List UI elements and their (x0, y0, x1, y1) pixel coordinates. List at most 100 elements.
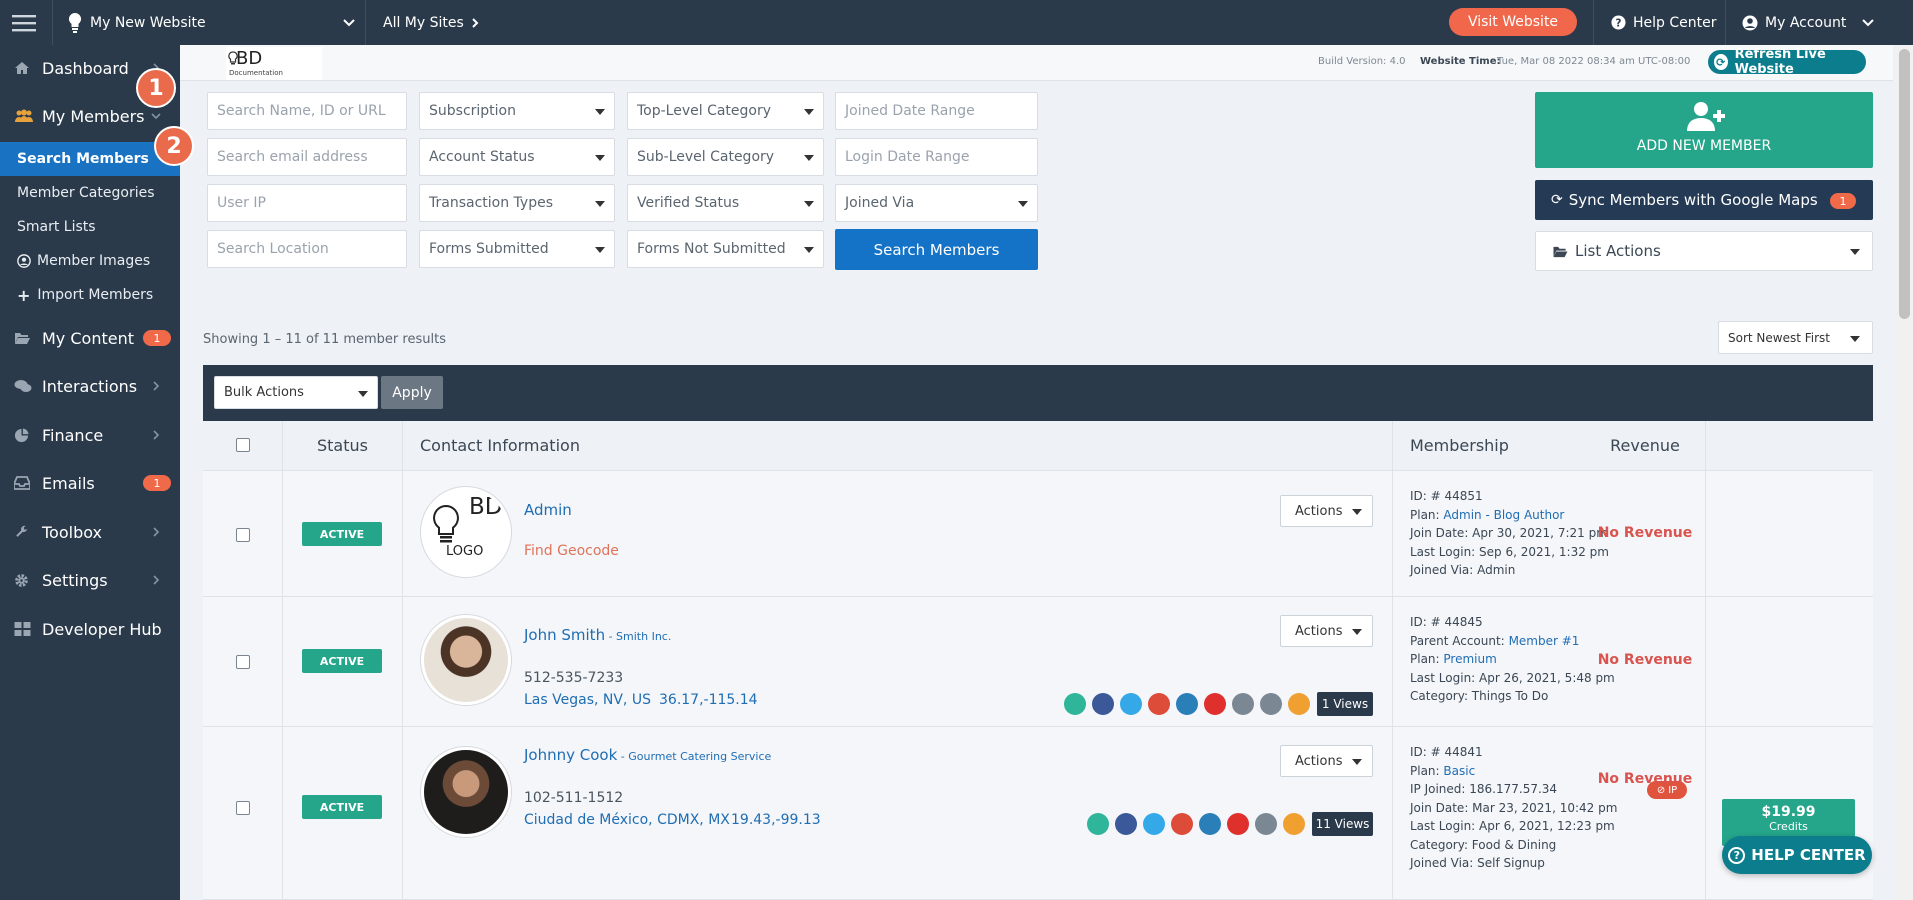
youtube-icon[interactable] (1204, 693, 1226, 715)
search-members-button[interactable]: Search Members (835, 229, 1038, 270)
caret-down-icon (595, 247, 605, 253)
linkedin-icon[interactable] (1199, 813, 1221, 835)
sidebar-item-settings[interactable]: Settings (0, 558, 180, 602)
row-checkbox[interactable] (236, 655, 250, 669)
sidebar-item-developer-hub[interactable]: Developer Hub (0, 607, 180, 651)
row-checkbox[interactable] (236, 801, 250, 815)
logo-caption: LOGO (446, 544, 484, 559)
sidebar-item-emails[interactable]: Emails 1 (0, 461, 180, 505)
pinterest-icon[interactable] (1255, 813, 1277, 835)
joined-via-select[interactable]: Joined Via (835, 184, 1038, 222)
sidebar: Dashboard My Members Search Members Memb… (0, 45, 180, 900)
google-plus-icon[interactable] (1148, 693, 1170, 715)
refresh-live-website-button[interactable]: ⟳ Refresh Live Website (1708, 47, 1866, 77)
verified-status-select[interactable]: Verified Status (627, 184, 824, 222)
caret-down-icon (1352, 759, 1362, 765)
all-sites-link[interactable]: All My Sites (383, 0, 479, 45)
sync-google-maps-button[interactable]: ⟳ Sync Members with Google Maps 1 (1535, 180, 1873, 220)
apply-button[interactable]: Apply (381, 376, 443, 409)
member-name-link[interactable]: Admin (524, 501, 572, 519)
help-center-floating-button[interactable]: ? HELP CENTER (1722, 836, 1872, 874)
my-account-menu[interactable]: My Account (1742, 0, 1875, 45)
search-location-input[interactable]: Search Location (207, 230, 407, 268)
login-date-range-input[interactable]: Login Date Range (835, 138, 1038, 176)
chevron-right-icon (153, 430, 160, 440)
search-email-input[interactable]: Search email address (207, 138, 407, 176)
sidebar-item-toolbox[interactable]: Toolbox (0, 510, 180, 554)
forms-not-submitted-select[interactable]: Forms Not Submitted (627, 230, 824, 268)
transaction-types-select[interactable]: Transaction Types (419, 184, 615, 222)
select-all-checkbox[interactable] (236, 438, 250, 452)
refresh-icon: ⟳ (1551, 192, 1563, 208)
actions-dropdown[interactable]: Actions (1280, 615, 1373, 647)
add-new-member-button[interactable]: ADD NEW MEMBER (1535, 92, 1873, 168)
instagram-icon[interactable] (1232, 693, 1254, 715)
sub-level-category-select[interactable]: Sub-Level Category (627, 138, 824, 176)
location-link[interactable]: Las Vegas, NV, US (524, 692, 651, 708)
sidebar-item-import-members[interactable]: + Import Members (0, 278, 180, 312)
help-center-link[interactable]: ? Help Center (1611, 0, 1717, 45)
subscription-select[interactable]: Subscription (419, 92, 615, 130)
social-links (1087, 813, 1305, 835)
sidebar-item-member-categories[interactable]: Member Categories (0, 176, 180, 210)
location-link[interactable]: Ciudad de México, CDMX, MX (524, 812, 730, 828)
grid-icon (14, 622, 31, 636)
select-value: Verified Status (637, 195, 740, 211)
list-actions-dropdown[interactable]: List Actions (1535, 231, 1873, 271)
plan-link[interactable]: Admin - Blog Author (1443, 508, 1564, 522)
youtube-icon[interactable] (1227, 813, 1249, 835)
actions-dropdown[interactable]: Actions (1280, 495, 1373, 527)
plan-label: Plan: (1410, 507, 1440, 522)
bulk-actions-select[interactable]: Bulk Actions (214, 376, 378, 409)
sidebar-item-finance[interactable]: Finance (0, 413, 180, 457)
refresh-label: Refresh Live Website (1734, 47, 1826, 77)
plan-link[interactable]: Premium (1443, 652, 1496, 666)
sidebar-item-search-members[interactable]: Search Members (0, 142, 180, 176)
row-checkbox[interactable] (236, 528, 250, 542)
sidebar-item-interactions[interactable]: Interactions (0, 364, 180, 408)
search-name-input[interactable]: Search Name, ID or URL (207, 92, 407, 130)
facebook-icon[interactable] (1115, 813, 1137, 835)
sort-select[interactable]: Sort Newest First (1718, 321, 1873, 354)
member-name-link[interactable]: John Smith - Smith Inc. (524, 626, 671, 644)
chevron-right-icon (472, 17, 479, 28)
scrollbar[interactable] (1896, 45, 1913, 900)
pinterest-icon[interactable] (1260, 693, 1282, 715)
bulk-actions-bar: Bulk Actions Apply (203, 365, 1873, 421)
google-plus-icon[interactable] (1171, 813, 1193, 835)
caret-down-icon (1352, 629, 1362, 635)
account-status-select[interactable]: Account Status (419, 138, 615, 176)
top-level-category-select[interactable]: Top-Level Category (627, 92, 824, 130)
member-name-link[interactable]: Johnny Cook - Gourmet Catering Service (524, 746, 771, 764)
user-ip-input[interactable]: User IP (207, 184, 407, 222)
rss-icon[interactable] (1283, 813, 1305, 835)
twitter-icon[interactable] (1120, 693, 1142, 715)
visit-website-button[interactable]: Visit Website (1449, 8, 1577, 36)
actions-dropdown[interactable]: Actions (1280, 745, 1373, 777)
website-icon[interactable] (1064, 693, 1086, 715)
forms-submitted-select[interactable]: Forms Submitted (419, 230, 615, 268)
sidebar-item-member-images[interactable]: Member Images (0, 244, 180, 278)
linkedin-icon[interactable] (1176, 693, 1198, 715)
parent-account-link[interactable]: Member #1 (1509, 634, 1580, 648)
sidebar-item-my-content[interactable]: My Content 1 (0, 316, 180, 360)
find-geocode-link[interactable]: Find Geocode (524, 543, 619, 559)
help-center-label: HELP CENTER (1751, 846, 1866, 864)
credits-label: Credits (1769, 820, 1808, 833)
sidebar-label: Member Images (37, 253, 151, 269)
rss-icon[interactable] (1288, 693, 1310, 715)
inbox-icon (14, 476, 30, 490)
member-category: Category: Food & Dining (1410, 837, 1557, 852)
twitter-icon[interactable] (1143, 813, 1165, 835)
site-selector[interactable]: My New Website (68, 0, 355, 45)
joined-date-range-input[interactable]: Joined Date Range (835, 92, 1038, 130)
website-icon[interactable] (1087, 813, 1109, 835)
facebook-icon[interactable] (1092, 693, 1114, 715)
plan-link[interactable]: Basic (1443, 764, 1475, 778)
chevron-right-icon (153, 381, 160, 391)
site-name: My New Website (90, 14, 206, 31)
scrollbar-thumb[interactable] (1899, 49, 1910, 319)
parent-label: Parent Account: (1410, 633, 1505, 648)
sidebar-item-smart-lists[interactable]: Smart Lists (0, 210, 180, 244)
hamburger-menu-icon[interactable] (12, 0, 38, 45)
